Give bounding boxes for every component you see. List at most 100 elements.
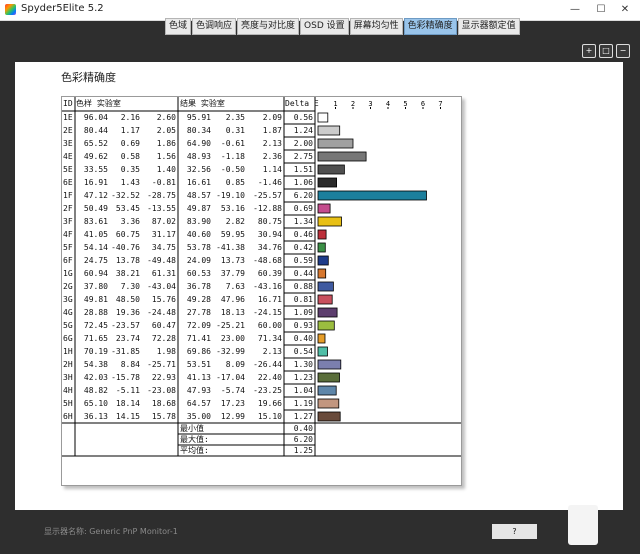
sample-lab-value: -5.11 xyxy=(115,386,140,395)
result-lab-value: 1.87 xyxy=(262,126,282,135)
sample-lab-value: 28.88 xyxy=(83,308,108,317)
result-lab-value: 48.57 xyxy=(186,191,211,200)
delta-e-value: 1.30 xyxy=(293,360,313,369)
close-button[interactable]: ✕ xyxy=(612,0,638,20)
delta-e-value: 2.75 xyxy=(293,152,313,161)
result-lab-value: -1.46 xyxy=(257,178,282,187)
next-button[interactable] xyxy=(568,505,598,545)
delta-e-value: 6.20 xyxy=(293,191,313,200)
scale-tick-label: 1 xyxy=(333,100,337,108)
sample-lab-value: 8.84 xyxy=(120,360,140,369)
sample-lab-value: -24.48 xyxy=(147,308,176,317)
header-result-lab: 结果 实验室 xyxy=(180,99,225,108)
delta-e-bar xyxy=(317,307,338,318)
result-lab-value: 60.53 xyxy=(186,269,211,278)
zoom-fit-icon[interactable]: □ xyxy=(599,44,613,58)
sample-lab-value: 18.14 xyxy=(115,399,140,408)
sample-lab-value: 1.56 xyxy=(156,152,176,161)
delta-e-value: 0.54 xyxy=(293,347,313,356)
sample-lab-value: 47.12 xyxy=(83,191,108,200)
row-id: 1H xyxy=(63,347,73,356)
result-lab-value: -0.61 xyxy=(220,139,245,148)
help-button[interactable]: ? xyxy=(492,524,537,539)
delta-e-value: 1.04 xyxy=(293,386,313,395)
sample-lab-value: 1.40 xyxy=(156,165,176,174)
result-lab-value: 8.09 xyxy=(225,360,245,369)
sample-lab-value: 48.82 xyxy=(83,386,108,395)
sample-lab-value: 37.80 xyxy=(83,282,108,291)
delta-e-value: 1.09 xyxy=(293,308,313,317)
result-lab-value: 37.79 xyxy=(220,269,245,278)
minimize-button[interactable]: — xyxy=(562,0,588,20)
sample-lab-value: 23.74 xyxy=(115,334,140,343)
header-id: ID xyxy=(63,99,73,108)
delta-e-bar xyxy=(317,320,335,331)
row-id: 5G xyxy=(63,321,73,330)
result-lab-value: 16.71 xyxy=(257,295,282,304)
result-lab-value: 27.78 xyxy=(186,308,211,317)
tab-osd-settings[interactable]: OSD 设置 xyxy=(300,18,349,35)
sample-lab-value: 34.75 xyxy=(151,243,176,252)
maximize-button[interactable]: ☐ xyxy=(588,0,614,20)
delta-e-value: 0.81 xyxy=(293,295,313,304)
result-lab-value: -12.88 xyxy=(253,204,282,213)
tab-gamut[interactable]: 色域 xyxy=(165,18,192,35)
result-lab-value: 53.16 xyxy=(220,204,245,213)
result-lab-value: 0.31 xyxy=(225,126,245,135)
delta-e-bar xyxy=(317,229,327,240)
tab-tone-response[interactable]: 色调响应 xyxy=(192,18,237,35)
tab-brightness-contrast[interactable]: 亮度与对比度 xyxy=(237,18,300,35)
scale-tick-label: 5 xyxy=(403,100,407,108)
delta-e-value: 0.40 xyxy=(293,334,313,343)
sample-lab-value: 54.14 xyxy=(83,243,108,252)
result-lab-value: 19.66 xyxy=(257,399,282,408)
sample-lab-value: 70.19 xyxy=(83,347,108,356)
delta-e-value: 0.69 xyxy=(293,204,313,213)
sample-lab-value: 48.50 xyxy=(115,295,140,304)
sample-lab-value: -15.78 xyxy=(111,373,140,382)
sample-lab-value: 38.21 xyxy=(115,269,140,278)
scale-tick-label: 4 xyxy=(386,100,390,108)
spyder-app-icon xyxy=(5,4,16,15)
summary-value: 1.25 xyxy=(293,446,313,455)
result-lab-value: -32.99 xyxy=(216,347,245,356)
sample-lab-value: 15.78 xyxy=(151,412,176,421)
row-id: 3E xyxy=(63,139,73,148)
delta-e-bar xyxy=(317,372,340,383)
sample-lab-value: 41.05 xyxy=(83,230,108,239)
row-id: 4E xyxy=(63,152,73,161)
result-lab-value: 49.28 xyxy=(186,295,211,304)
row-id: 3G xyxy=(63,295,73,304)
zoom-out-icon[interactable]: − xyxy=(616,44,630,58)
row-id: 2H xyxy=(63,360,73,369)
row-id: 5E xyxy=(63,165,73,174)
sample-lab-value: 96.04 xyxy=(83,113,108,122)
result-lab-value: 53.78 xyxy=(186,243,211,252)
delta-e-bar xyxy=(317,346,328,357)
result-lab-value: 36.78 xyxy=(186,282,211,291)
result-lab-value: 2.35 xyxy=(225,113,245,122)
tab-screen-uniformity[interactable]: 屏幕均匀性 xyxy=(349,18,403,35)
sample-lab-value: 18.68 xyxy=(151,399,176,408)
summary-value: 0.40 xyxy=(293,424,313,433)
delta-e-bar xyxy=(317,112,329,123)
sample-lab-value: 49.81 xyxy=(83,295,108,304)
scale-tick-label: 2 xyxy=(351,100,355,108)
sample-lab-value: -31.85 xyxy=(111,347,140,356)
tab-color-accuracy[interactable]: 色彩精确度 xyxy=(403,18,457,35)
header-delta-e: Delta E xyxy=(285,99,319,108)
tab-monitor-rating[interactable]: 显示器额定值 xyxy=(457,18,520,35)
result-lab-value: 0.85 xyxy=(225,178,245,187)
row-id: 4H xyxy=(63,386,73,395)
sample-lab-value: 60.75 xyxy=(115,230,140,239)
sample-lab-value: 72.28 xyxy=(151,334,176,343)
sample-lab-value: 0.58 xyxy=(120,152,140,161)
delta-e-value: 0.93 xyxy=(293,321,313,330)
sample-lab-value: 15.76 xyxy=(151,295,176,304)
delta-e-bar xyxy=(317,268,327,279)
zoom-in-icon[interactable]: + xyxy=(582,44,596,58)
sample-lab-value: 24.75 xyxy=(83,256,108,265)
result-lab-value: 41.13 xyxy=(186,373,211,382)
delta-e-bar xyxy=(317,151,367,162)
result-lab-value: 24.09 xyxy=(186,256,211,265)
